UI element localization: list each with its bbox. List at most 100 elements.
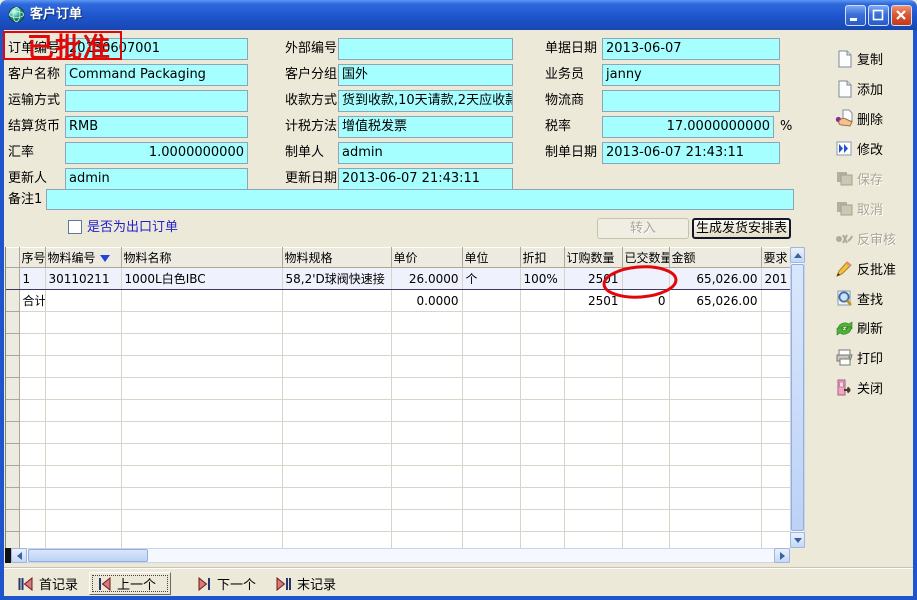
total-amount: 65,026.00 xyxy=(669,290,761,312)
customer-group-field[interactable]: 国外 xyxy=(338,64,513,86)
tax-rate-field[interactable]: 17.0000000000 xyxy=(602,116,774,138)
exchange-rate-field[interactable]: 1.0000000000 xyxy=(65,142,248,164)
customer-name-label: 客户名称 xyxy=(8,64,60,86)
cell-delivered[interactable] xyxy=(622,268,669,290)
minimize-button[interactable] xyxy=(845,5,866,26)
export-order-checkbox[interactable] xyxy=(68,220,82,234)
nav-separator xyxy=(4,567,913,569)
customer-name-field[interactable]: Command Packaging xyxy=(65,64,248,86)
col-discount[interactable]: 折扣 xyxy=(520,248,564,268)
app-icon xyxy=(8,6,25,23)
close-button[interactable] xyxy=(891,5,912,26)
external-no-field[interactable] xyxy=(338,38,513,60)
col-seq[interactable]: 序号 xyxy=(19,248,45,268)
cell-qty[interactable]: 2501 xyxy=(564,268,622,290)
col-unit-price[interactable]: 单价 xyxy=(391,248,462,268)
delete-button[interactable]: 删除 xyxy=(835,106,913,130)
empty-row xyxy=(6,510,790,532)
col-material-code[interactable]: 物料编号 xyxy=(45,248,121,268)
copy-icon xyxy=(835,49,854,68)
unaudit-icon xyxy=(835,229,854,248)
remark1-field[interactable] xyxy=(46,189,794,210)
total-label: 合计 xyxy=(19,290,45,312)
cell-amount[interactable]: 65,026.00 xyxy=(669,268,761,290)
first-record-icon xyxy=(18,577,33,591)
empty-row xyxy=(6,444,790,466)
scroll-up-button[interactable] xyxy=(790,247,805,263)
exchange-rate-label: 汇率 xyxy=(8,142,34,164)
total-delivered: 0 xyxy=(622,290,669,312)
save-button[interactable]: 保存 xyxy=(835,166,913,190)
creator-field[interactable]: admin xyxy=(338,142,513,164)
empty-row xyxy=(6,356,790,378)
updater-field[interactable]: admin xyxy=(65,168,248,190)
update-date-field[interactable]: 2013-06-07 21:43:11 xyxy=(338,168,513,190)
sort-desc-icon xyxy=(100,255,110,262)
last-record-button[interactable]: 末记录 xyxy=(268,572,344,595)
create-date-label: 制单日期 xyxy=(545,142,597,164)
col-material-spec[interactable]: 物料规格 xyxy=(282,248,391,268)
col-required[interactable]: 要求 xyxy=(761,248,790,268)
empty-row xyxy=(6,466,790,488)
payment-method-field[interactable]: 货到收款,10天请款,2天应收款天 xyxy=(338,90,513,112)
table-row[interactable]: 1 30110211 1000L白色IBC 58,2'D球阀快速接 26.000… xyxy=(6,268,790,290)
add-button[interactable]: 添加 xyxy=(835,76,913,100)
scroll-left-button[interactable] xyxy=(11,548,27,563)
col-delivered-qty[interactable]: 已交数量 xyxy=(622,248,669,268)
print-button[interactable]: 打印 xyxy=(835,345,913,369)
cell-discount[interactable]: 100% xyxy=(520,268,564,290)
prev-record-button[interactable]: 上一个 xyxy=(89,572,171,595)
salesman-field[interactable]: janny xyxy=(602,64,780,86)
empty-row xyxy=(6,488,790,510)
salesman-label: 业务员 xyxy=(545,64,584,86)
unaudit-button[interactable]: 反审核 xyxy=(835,226,913,250)
doc-date-field[interactable]: 2013-06-07 xyxy=(602,38,780,60)
unapprove-button[interactable]: 反批准 xyxy=(835,256,913,280)
scroll-down-button[interactable] xyxy=(790,532,805,548)
col-amount[interactable]: 金额 xyxy=(669,248,761,268)
save-icon xyxy=(835,169,854,188)
last-record-icon xyxy=(276,577,291,591)
cell-required[interactable]: 201 xyxy=(761,268,790,290)
create-date-field[interactable]: 2013-06-07 21:43:11 xyxy=(602,142,780,164)
maximize-button[interactable] xyxy=(868,5,889,26)
find-icon xyxy=(835,289,854,308)
cancel-button[interactable]: 取消 xyxy=(835,196,913,220)
payment-method-label: 收款方式 xyxy=(285,90,337,112)
empty-row xyxy=(6,312,790,334)
col-unit[interactable]: 单位 xyxy=(462,248,520,268)
tax-method-field[interactable]: 增值税发票 xyxy=(338,116,513,138)
col-material-name[interactable]: 物料名称 xyxy=(121,248,282,268)
title-bar[interactable]: 客户订单 xyxy=(0,0,917,30)
cell-unit[interactable]: 个 xyxy=(462,268,520,290)
next-record-button[interactable]: 下一个 xyxy=(190,572,264,595)
next-record-icon xyxy=(198,577,211,591)
close-window-button[interactable]: 关闭 xyxy=(835,375,913,399)
table-header-row[interactable]: 序号 物料编号 物料名称 物料规格 单价 单位 折扣 订购数量 已交数量 金额 … xyxy=(6,248,790,268)
find-button[interactable]: 查找 xyxy=(835,286,913,310)
order-lines-table[interactable]: 序号 物料编号 物料名称 物料规格 单价 单位 折扣 订购数量 已交数量 金额 … xyxy=(5,247,790,548)
col-order-qty[interactable]: 订购数量 xyxy=(564,248,622,268)
cell-spec[interactable]: 58,2'D球阀快速接 xyxy=(282,268,391,290)
doc-date-label: 单据日期 xyxy=(545,38,597,60)
logistics-field[interactable] xyxy=(602,90,780,112)
hscroll-thumb[interactable] xyxy=(28,549,148,562)
copy-button[interactable]: 复制 xyxy=(835,46,913,70)
cell-seq[interactable]: 1 xyxy=(19,268,45,290)
transfer-button[interactable]: 转入 xyxy=(597,218,689,239)
scroll-right-button[interactable] xyxy=(774,548,790,563)
empty-row xyxy=(6,422,790,444)
customer-group-label: 客户分组 xyxy=(285,64,337,86)
currency-field[interactable]: RMB xyxy=(65,116,248,138)
refresh-button[interactable]: 刷新 xyxy=(835,315,913,339)
cell-code[interactable]: 30110211 xyxy=(45,268,121,290)
delete-icon xyxy=(835,109,854,128)
first-record-button[interactable]: 首记录 xyxy=(10,572,86,595)
vscroll-thumb[interactable] xyxy=(791,264,804,531)
cell-name[interactable]: 1000L白色IBC xyxy=(121,268,282,290)
generate-shipping-schedule-button[interactable]: 生成发货安排表 xyxy=(692,218,791,239)
cell-price[interactable]: 26.0000 xyxy=(391,268,462,290)
shipping-method-field[interactable] xyxy=(65,90,248,112)
modify-button[interactable]: 修改 xyxy=(835,136,913,160)
cancel-icon xyxy=(835,199,854,218)
